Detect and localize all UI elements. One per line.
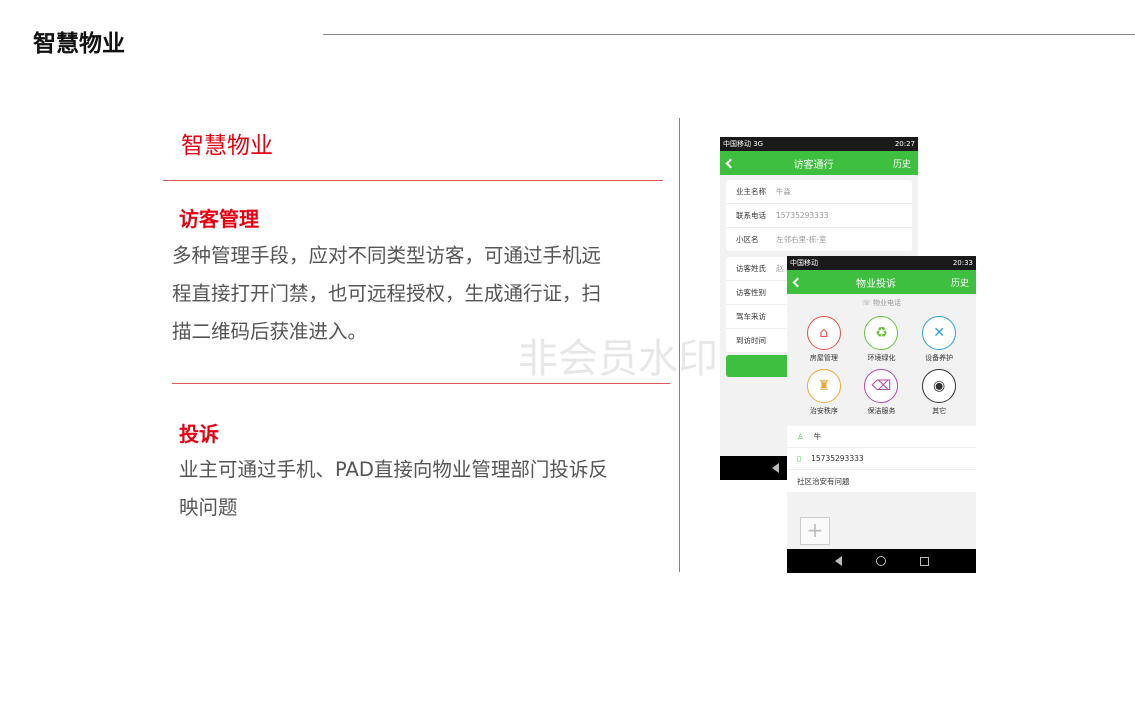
category-security[interactable]: ♜ 治安秩序	[795, 369, 853, 416]
user-icon: ♙	[797, 432, 804, 441]
complaint-form: ♙ 牛 ▯ 15735293333 社区治安有问题	[787, 426, 976, 492]
trash-icon: ⌫	[864, 369, 899, 403]
field-value: 赵	[776, 264, 784, 273]
back-arrow-icon[interactable]	[792, 277, 803, 287]
status-bar: 中国移动 3G 20:27	[720, 137, 918, 151]
visitor-form: 业主名称 牛淼 联系电话 15735293333 小区名 左邻右里-栋-室	[726, 180, 912, 252]
category-environment[interactable]: ♻ 环境绿化	[853, 316, 911, 363]
recycle-icon: ♻	[864, 316, 899, 350]
complaint-text[interactable]: 社区治安有问题	[787, 470, 976, 492]
mobile-icon: ▯	[797, 454, 802, 463]
status-bar: 中国移动 20:33	[787, 256, 976, 270]
field-label: 驾车来访	[736, 312, 766, 321]
complaint-value: 社区治安有问题	[797, 476, 850, 486]
field-value: 左邻右里-栋-室	[776, 235, 827, 244]
text-line: 多种管理手段，应对不同类型访客，可通过手机远	[172, 244, 602, 267]
nav-back-icon[interactable]	[834, 556, 842, 566]
history-button[interactable]: 历史	[893, 157, 911, 170]
category-label: 设备养护	[925, 354, 954, 362]
phone-row[interactable]: ▯ 15735293333	[787, 448, 976, 470]
status-time: 20:27	[894, 140, 915, 148]
house-icon: ⌂	[806, 316, 841, 350]
other-icon: ◉	[922, 369, 957, 403]
app-title-bar: 物业投诉 历史	[787, 270, 976, 294]
category-label: 治安秩序	[809, 407, 838, 415]
header-divider	[323, 34, 1135, 35]
watermark: 非会员水印	[518, 336, 718, 382]
android-nav-bar	[787, 549, 976, 573]
category-house[interactable]: ⌂ 房屋管理	[795, 316, 853, 363]
carrier-label: 中国移动 3G	[723, 140, 764, 148]
category-cleaning[interactable]: ⌫ 保洁服务	[853, 369, 911, 416]
category-label: 保洁服务	[867, 407, 896, 415]
form-row[interactable]: 联系电话 15735293333	[726, 204, 912, 228]
field-label: 联系电话	[736, 211, 766, 220]
field-value: 牛淼	[776, 187, 791, 196]
category-label: 房屋管理	[809, 354, 838, 362]
text-line: 业主可通过手机、PAD直接向物业管理部门投诉反	[179, 458, 608, 481]
form-row[interactable]: 业主名称 牛淼	[726, 180, 912, 204]
category-label: 环境绿化	[867, 354, 896, 362]
nav-back-icon[interactable]	[772, 463, 779, 473]
status-time: 20:33	[952, 259, 973, 267]
screen-title: 物业投诉	[855, 278, 896, 290]
carrier-label: 中国移动	[790, 259, 818, 267]
nav-recent-icon[interactable]	[919, 556, 929, 566]
page-title: 智慧物业	[33, 31, 125, 57]
text-line: 映问题	[179, 496, 238, 519]
form-row[interactable]: 小区名 左邻右里-栋-室	[726, 228, 912, 252]
complaint-phone-screenshot: 中国移动 20:33 物业投诉 历史 ☏ 物业电话 ⌂ 房屋管理 ♻ 环境绿化 …	[787, 256, 976, 573]
field-label: 访客姓氏	[736, 264, 766, 273]
add-photo-button[interactable]: +	[800, 517, 830, 545]
screen-title: 访客通行	[793, 159, 834, 171]
field-value: 15735293333	[776, 211, 829, 220]
field-label: 到访时间	[736, 336, 766, 345]
text-line: 程直接打开门禁，也可远程授权，生成通行证，扫	[172, 282, 602, 305]
feature-heading-complaint: 投诉	[179, 422, 219, 446]
property-phone-label: 物业电话	[872, 299, 901, 307]
app-title-bar: 访客通行 历史	[720, 151, 918, 175]
name-value: 牛	[813, 432, 822, 441]
section-divider	[163, 180, 663, 181]
feature-text-complaint: 业主可通过手机、PAD直接向物业管理部门投诉反 映问题	[179, 451, 674, 527]
nav-home-icon[interactable]	[875, 556, 886, 566]
back-arrow-icon[interactable]	[725, 158, 736, 168]
category-grid: ⌂ 房屋管理 ♻ 环境绿化 ✕ 设备养护 ♜ 治安秩序 ⌫ 保洁服务 ◉ 其它	[787, 312, 976, 420]
field-label: 小区名	[736, 235, 759, 244]
field-label: 业主名称	[736, 187, 766, 196]
security-icon: ♜	[806, 369, 841, 403]
history-button[interactable]: 历史	[951, 276, 969, 289]
section-title: 智慧物业	[181, 133, 273, 159]
category-equipment[interactable]: ✕ 设备养护	[910, 316, 968, 363]
tools-icon: ✕	[922, 316, 957, 350]
property-phone-link[interactable]: ☏ 物业电话	[787, 298, 976, 308]
name-row[interactable]: ♙ 牛	[787, 426, 976, 448]
field-label: 访客性别	[736, 288, 766, 297]
feature-heading-visitor: 访客管理	[179, 207, 259, 231]
category-label: 其它	[932, 407, 947, 415]
category-other[interactable]: ◉ 其它	[910, 369, 968, 416]
phone-value: 15735293333	[811, 454, 864, 463]
